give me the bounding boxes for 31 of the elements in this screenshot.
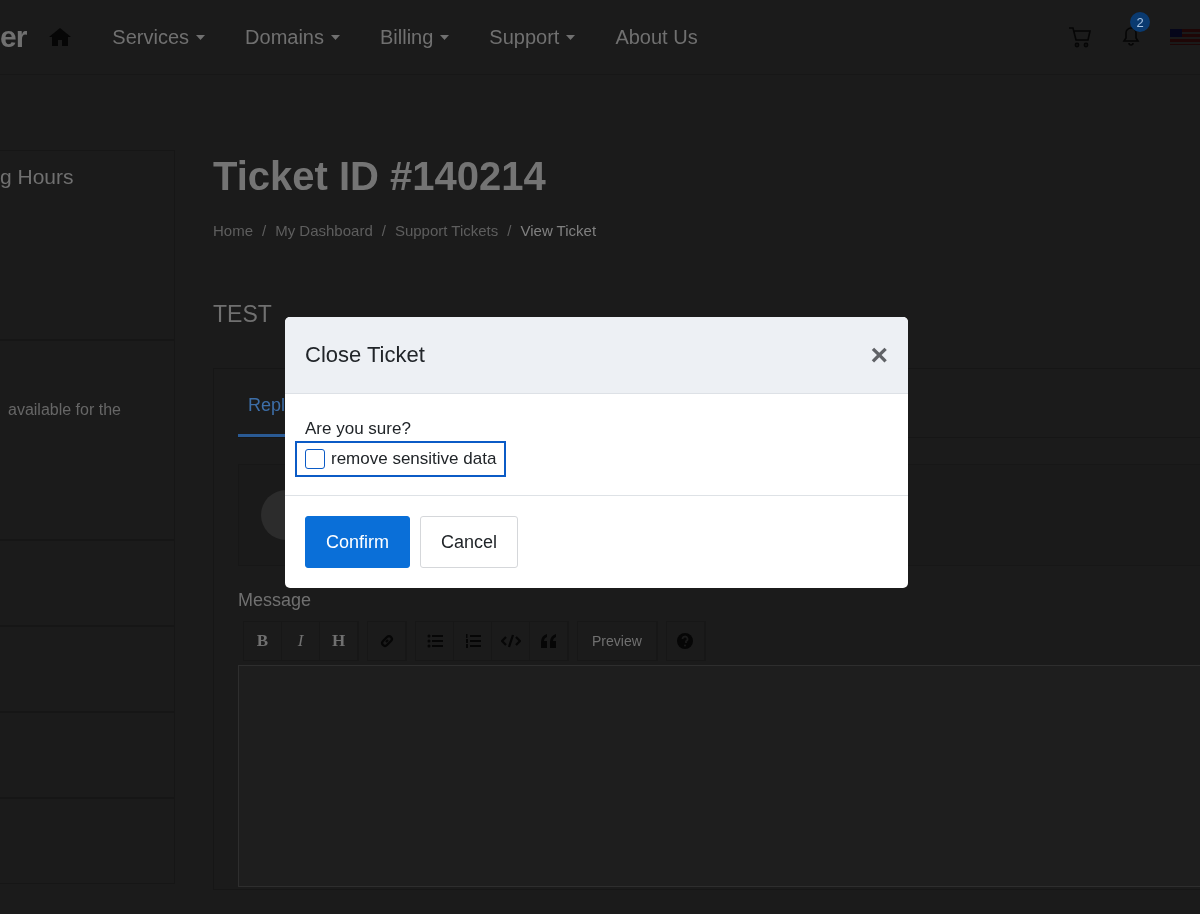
notification-badge: 2 [1130,12,1150,32]
breadcrumb-separator: / [381,222,386,239]
preview-button[interactable]: Preview [578,622,657,660]
heading-button[interactable]: H [320,622,358,660]
confirm-button[interactable]: Confirm [305,516,410,568]
nav-link[interactable]: Billing [380,25,450,49]
message-label: Message [238,590,312,611]
nav-link[interactable]: Domains [245,25,340,49]
breadcrumb-link[interactable]: Home [213,222,253,239]
close-button[interactable]: × [870,340,888,370]
nav-link[interactable]: Services [112,25,206,49]
flag-icon[interactable] [1170,29,1200,45]
confirm-question: Are you sure? [304,419,411,439]
page-title: Ticket ID #140214 [213,153,547,200]
sensitive-data-checkbox[interactable]: remove sensitive data [295,441,507,477]
logo-text[interactable]: er [0,20,27,54]
breadcrumb-link[interactable]: Support Tickets [394,222,499,239]
checkbox-square[interactable] [305,449,325,469]
cancel-button[interactable]: Cancel [420,516,519,568]
modal-title: Close Ticket [305,342,425,368]
sidebar-card-title: g Hours [0,165,74,189]
italic-button[interactable]: I [282,622,320,660]
breadcrumb-current: View Ticket [520,222,597,239]
breadcrumb-separator: / [507,222,512,239]
sidebar-text: available for the [8,401,121,419]
bold-button[interactable]: B [244,622,282,660]
breadcrumb-link[interactable]: My Dashboard [275,222,373,239]
ticket-subject: TEST [213,301,272,328]
nav-link[interactable]: About Us [615,25,698,49]
nav-link[interactable]: Support [489,25,576,49]
breadcrumb-separator: / [262,222,267,239]
